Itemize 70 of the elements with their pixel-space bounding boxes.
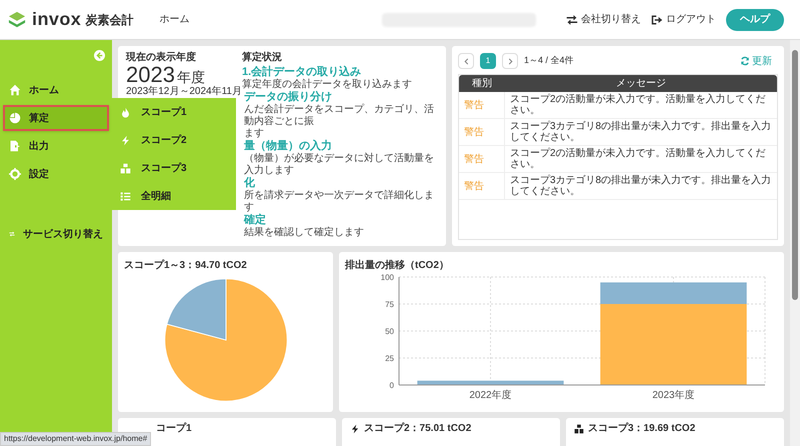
axis-tick-label: 50 <box>385 327 394 336</box>
step-description: 算定年度の会計データを取り込みます <box>242 79 413 90</box>
sidebar-item[interactable]: 設定 <box>3 161 109 187</box>
message-text: スコープ3カテゴリ8の排出量が未入力です。排出量を入力してください。 <box>509 120 772 145</box>
pie-chart-icon <box>9 112 21 124</box>
chevron-right-icon <box>506 58 514 64</box>
scrollbar-thumb[interactable] <box>792 50 798 300</box>
card-title: スコープ3：19.69 tCO2 <box>588 423 696 435</box>
year-value: 2023 <box>126 64 175 86</box>
card-title: スコープ1～3：94.70 tCO2 <box>124 258 248 273</box>
axis-category-label: 2022年度 <box>469 390 512 401</box>
sidebar-item[interactable]: 算定 <box>3 105 109 131</box>
message-type: 警告 <box>459 146 505 172</box>
axis-tick-label: 0 <box>390 381 394 390</box>
home-icon <box>9 84 21 96</box>
axis-category-label: 2023年度 <box>652 390 695 401</box>
message-text: スコープ3カテゴリ8の排出量が未入力です。排出量を入力してください。 <box>509 174 772 199</box>
card-title: コープ1 <box>156 423 192 435</box>
next-page-button[interactable] <box>502 53 518 69</box>
sidebar-item[interactable]: ホーム <box>3 77 109 103</box>
boxes-icon <box>574 424 584 434</box>
column-header: メッセージ <box>615 77 667 91</box>
previous-page-button[interactable] <box>458 53 474 69</box>
lightning-bolt-icon <box>120 134 131 146</box>
logo-subtitle: 炭素会計 <box>85 12 134 28</box>
gear-icon <box>9 168 21 180</box>
axis-tick-label: 100 <box>380 273 394 282</box>
sidebar-item[interactable]: 出力 <box>3 133 109 159</box>
layered-logo-icon <box>8 10 26 28</box>
year-label: 現在の表示年度 <box>126 52 197 64</box>
sidebar-item[interactable]: サービス切り替え <box>3 221 109 247</box>
header-action-button[interactable]: 会社切り替え <box>566 12 641 27</box>
column-header: 種別 <box>471 77 493 91</box>
submenu-item[interactable]: スコープ1 <box>112 98 236 126</box>
step-description: （物量）が必要なデータに対して活動量を入力します <box>244 153 435 177</box>
axis-tick-label: 75 <box>385 300 394 309</box>
header-action-button[interactable]: ログアウト <box>651 12 716 27</box>
message-type: 警告 <box>459 173 505 199</box>
page-range: 1～4 / 全4件 <box>524 54 574 68</box>
message-type: 警告 <box>459 119 505 145</box>
message-type: 警告 <box>459 92 505 118</box>
status-url: https://development-web.invox.jp/home# <box>0 432 152 446</box>
list-icon <box>120 190 131 202</box>
submenu-item[interactable]: 全明細 <box>112 182 236 210</box>
flame-icon <box>120 106 131 118</box>
submenu-item[interactable]: スコープ3 <box>112 154 236 182</box>
submenu-item[interactable]: スコープ2 <box>112 126 236 154</box>
file-export-icon <box>9 140 21 152</box>
chevron-left-icon <box>462 58 470 64</box>
axis-tick-label: 25 <box>385 354 394 363</box>
step-description: 結果を確認して確定します <box>244 227 365 239</box>
collapse-arrow-icon[interactable] <box>94 50 105 61</box>
step-description: ます <box>244 128 265 140</box>
scrollbar[interactable] <box>790 40 800 446</box>
step-description: 所を請求データや一次データで詳細化します <box>244 190 435 214</box>
swap-arrows-icon <box>566 14 578 26</box>
chart-title: 排出量の推移（tCO2） <box>345 258 450 273</box>
refresh-icon <box>740 56 750 66</box>
status-heading: 算定状況 <box>242 52 283 64</box>
message-text: スコープ2の活動量が未入力です。活動量を入力してください。 <box>509 146 767 172</box>
period-text: 2023年12月～2024年11月 <box>126 86 242 98</box>
message-text: スコープ2の活動量が未入力です。活動量を入力してください。 <box>509 92 767 118</box>
logo-text: invox <box>32 8 82 31</box>
card-title: スコープ2：75.01 tCO2 <box>364 423 472 435</box>
boxes-icon <box>120 162 131 174</box>
logout-icon <box>651 14 663 26</box>
step-description: んだ会計データをスコープ、カテゴリ、活動内容ごとに振 <box>244 104 435 128</box>
lightning-bolt-icon <box>350 424 360 434</box>
nav-link[interactable]: ホーム <box>159 12 190 27</box>
year-suffix: 年度 <box>176 68 205 86</box>
